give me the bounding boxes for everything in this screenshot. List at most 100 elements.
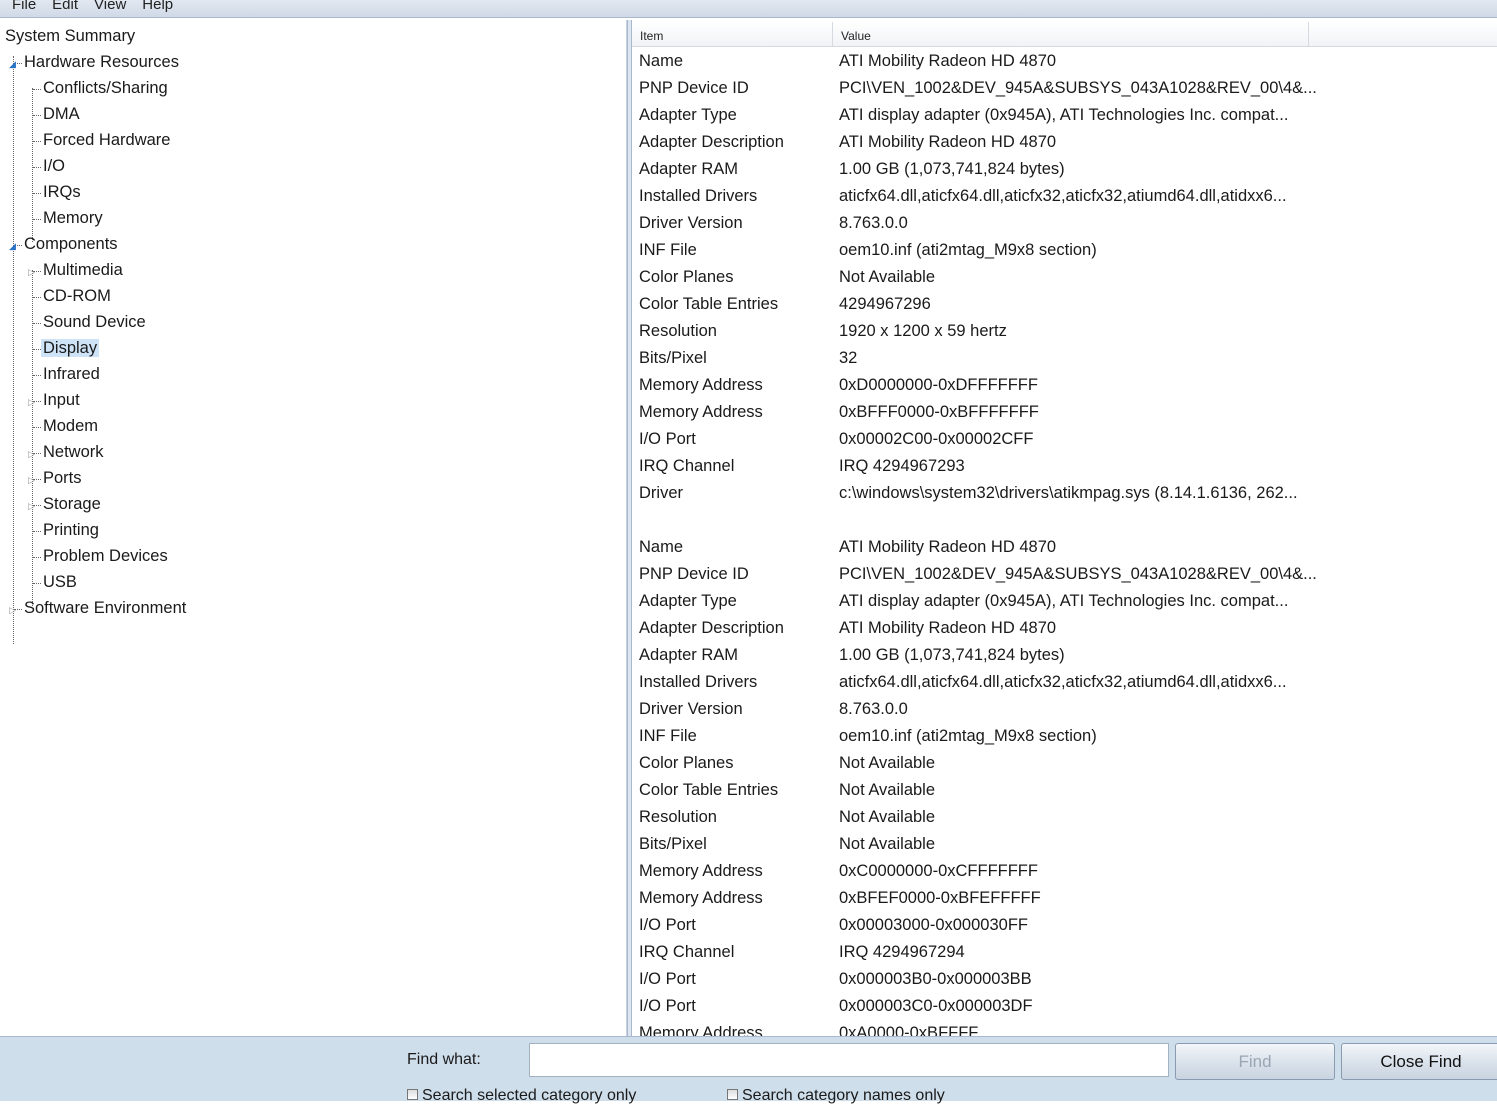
table-row[interactable]: Memory Address 0xC0000000-0xCFFFFFFF bbox=[632, 858, 1497, 885]
tree-item-software-environment[interactable]: Software Environment bbox=[24, 596, 186, 620]
table-row[interactable]: PNP Device ID PCI\VEN_1002&DEV_945A&SUBSY… bbox=[632, 561, 1497, 588]
table-row[interactable]: Adapter Description ATI Mobility Radeon H… bbox=[632, 615, 1497, 642]
collapse-arrow-icon[interactable]: ◢ bbox=[9, 241, 16, 251]
category-tree[interactable]: System Summary ◢ Hardware Resources Conflic… bbox=[0, 20, 627, 1036]
table-row[interactable]: I/O Port 0x00003000-0x000030FF bbox=[632, 912, 1497, 939]
close-find-button[interactable]: Close Find bbox=[1341, 1043, 1497, 1080]
table-row[interactable]: Bits/Pixel Not Available bbox=[632, 831, 1497, 858]
tree-item-forced-hardware[interactable]: Forced Hardware bbox=[43, 128, 170, 152]
tree-item-label: Ports bbox=[43, 469, 82, 487]
tree-item-multimedia[interactable]: Multimedia bbox=[43, 258, 123, 282]
table-row[interactable]: Adapter Description ATI Mobility Radeon H… bbox=[632, 129, 1497, 156]
menu-edit[interactable]: Edit bbox=[44, 0, 86, 17]
table-row[interactable]: PNP Device ID PCI\VEN_1002&DEV_945A&SUBSY… bbox=[632, 75, 1497, 102]
table-row[interactable]: Resolution 1920 x 1200 x 59 hertz bbox=[632, 318, 1497, 345]
table-row[interactable]: Adapter RAM 1.00 GB (1,073,741,824 bytes) bbox=[632, 156, 1497, 183]
table-row[interactable]: I/O Port 0x000003B0-0x000003BB bbox=[632, 966, 1497, 993]
table-row[interactable]: Name ATI Mobility Radeon HD 4870 bbox=[632, 48, 1497, 75]
table-row[interactable]: Color Table Entries Not Available bbox=[632, 777, 1497, 804]
expand-arrow-icon[interactable]: ▷ bbox=[28, 501, 35, 511]
tree-item-cd-rom[interactable]: CD-ROM bbox=[43, 284, 111, 308]
tree-item-conflicts-sharing[interactable]: Conflicts/Sharing bbox=[43, 76, 168, 100]
expand-arrow-icon[interactable]: ▷ bbox=[28, 267, 35, 277]
table-row[interactable]: Adapter RAM 1.00 GB (1,073,741,824 bytes) bbox=[632, 642, 1497, 669]
tree-item-irqs[interactable]: IRQs bbox=[43, 180, 81, 204]
value-cell: oem10.inf (ati2mtag_M9x8 section) bbox=[839, 727, 1097, 745]
column-header-item[interactable]: Item bbox=[632, 22, 833, 47]
table-row[interactable]: Driver c:\windows\system32\drivers\atikmp… bbox=[632, 480, 1497, 507]
table-row[interactable]: IRQ Channel IRQ 4294967293 bbox=[632, 453, 1497, 480]
expand-arrow-icon[interactable]: ▷ bbox=[28, 397, 35, 407]
table-row[interactable]: Color Planes Not Available bbox=[632, 264, 1497, 291]
item-cell: Adapter Type bbox=[639, 592, 737, 610]
item-cell: Color Planes bbox=[639, 268, 734, 286]
expand-arrow-icon[interactable]: ▷ bbox=[28, 449, 35, 459]
table-row[interactable]: Memory Address 0xD0000000-0xDFFFFFFF bbox=[632, 372, 1497, 399]
find-button[interactable]: Find bbox=[1175, 1043, 1335, 1080]
tree-connector bbox=[33, 141, 41, 142]
table-row[interactable]: Installed Drivers aticfx64.dll,aticfx64.d… bbox=[632, 183, 1497, 210]
table-row[interactable]: Memory Address 0xA0000-0xBFFFF bbox=[632, 1020, 1497, 1036]
menu-view[interactable]: View bbox=[86, 0, 134, 17]
details-list[interactable]: Item Value Name ATI Mobility Radeon HD 48… bbox=[632, 20, 1497, 1036]
tree-item-input[interactable]: Input bbox=[43, 388, 80, 412]
tree-item-label: CD-ROM bbox=[43, 287, 111, 305]
table-row[interactable]: I/O Port 0x000003C0-0x000003DF bbox=[632, 993, 1497, 1020]
menu-help[interactable]: Help bbox=[134, 0, 181, 17]
table-row[interactable]: Installed Drivers aticfx64.dll,aticfx64.d… bbox=[632, 669, 1497, 696]
table-row[interactable]: IRQ Channel IRQ 4294967294 bbox=[632, 939, 1497, 966]
search-selected-category-checkbox[interactable]: Search selected category only bbox=[407, 1087, 636, 1105]
table-row[interactable]: Memory Address 0xBFEF0000-0xBFEFFFFF bbox=[632, 885, 1497, 912]
tree-connector bbox=[33, 297, 41, 298]
search-category-names-checkbox[interactable]: Search category names only bbox=[727, 1087, 945, 1105]
table-row[interactable]: Color Table Entries 4294967296 bbox=[632, 291, 1497, 318]
value-cell: 8.763.0.0 bbox=[839, 700, 908, 718]
table-row[interactable]: Name ATI Mobility Radeon HD 4870 bbox=[632, 534, 1497, 561]
collapse-arrow-icon[interactable]: ◢ bbox=[9, 59, 16, 69]
tree-item-dma[interactable]: DMA bbox=[43, 102, 80, 126]
column-header-value[interactable]: Value bbox=[833, 22, 1309, 47]
tree-item-ports[interactable]: Ports bbox=[43, 466, 82, 490]
tree-item-hardware-resources[interactable]: Hardware Resources bbox=[24, 50, 179, 74]
item-cell: Driver bbox=[639, 484, 683, 502]
table-row[interactable]: Memory Address 0xBFFF0000-0xBFFFFFFF bbox=[632, 399, 1497, 426]
tree-item-usb[interactable]: USB bbox=[43, 570, 77, 594]
value-cell: 0xC0000000-0xCFFFFFFF bbox=[839, 862, 1038, 880]
table-row[interactable]: Color Planes Not Available bbox=[632, 750, 1497, 777]
tree-item-label: Storage bbox=[43, 495, 101, 513]
tree-connector bbox=[33, 193, 41, 194]
tree-item-display[interactable]: Display bbox=[41, 336, 100, 360]
table-row[interactable] bbox=[632, 507, 1497, 534]
tree-item-system-summary[interactable]: System Summary bbox=[5, 24, 135, 48]
tree-item-sound-device[interactable]: Sound Device bbox=[43, 310, 146, 334]
tree-item-label: Multimedia bbox=[43, 261, 123, 279]
expand-arrow-icon[interactable]: ▷ bbox=[9, 605, 16, 615]
tree-item-network[interactable]: Network bbox=[43, 440, 104, 464]
tree-item-printing[interactable]: Printing bbox=[43, 518, 99, 542]
tree-item-storage[interactable]: Storage bbox=[43, 492, 101, 516]
table-row[interactable]: Adapter Type ATI display adapter (0x945A)… bbox=[632, 102, 1497, 129]
expand-arrow-icon[interactable]: ▷ bbox=[28, 475, 35, 485]
tree-item-problem-devices[interactable]: Problem Devices bbox=[43, 544, 168, 568]
table-row[interactable]: Bits/Pixel 32 bbox=[632, 345, 1497, 372]
item-cell: Bits/Pixel bbox=[639, 835, 707, 853]
find-input[interactable] bbox=[529, 1043, 1169, 1077]
tree-item-components[interactable]: Components bbox=[24, 232, 118, 256]
checkbox-icon[interactable] bbox=[727, 1089, 738, 1100]
table-row[interactable]: Driver Version 8.763.0.0 bbox=[632, 210, 1497, 237]
table-row[interactable]: Driver Version 8.763.0.0 bbox=[632, 696, 1497, 723]
checkbox-icon[interactable] bbox=[407, 1089, 418, 1100]
table-row[interactable]: I/O Port 0x00002C00-0x00002CFF bbox=[632, 426, 1497, 453]
list-header: Item Value bbox=[632, 22, 1497, 47]
table-row[interactable]: INF File oem10.inf (ati2mtag_M9x8 section… bbox=[632, 723, 1497, 750]
tree-item-label: I/O bbox=[43, 157, 66, 175]
table-row[interactable]: INF File oem10.inf (ati2mtag_M9x8 section… bbox=[632, 237, 1497, 264]
tree-item-modem[interactable]: Modem bbox=[43, 414, 98, 438]
table-row[interactable]: Resolution Not Available bbox=[632, 804, 1497, 831]
item-cell: Bits/Pixel bbox=[639, 349, 707, 367]
table-row[interactable]: Adapter Type ATI display adapter (0x945A)… bbox=[632, 588, 1497, 615]
tree-item-infrared[interactable]: Infrared bbox=[43, 362, 100, 386]
menu-file[interactable]: File bbox=[4, 0, 44, 17]
tree-item-memory[interactable]: Memory bbox=[43, 206, 103, 230]
tree-item-i-o[interactable]: I/O bbox=[43, 154, 65, 178]
